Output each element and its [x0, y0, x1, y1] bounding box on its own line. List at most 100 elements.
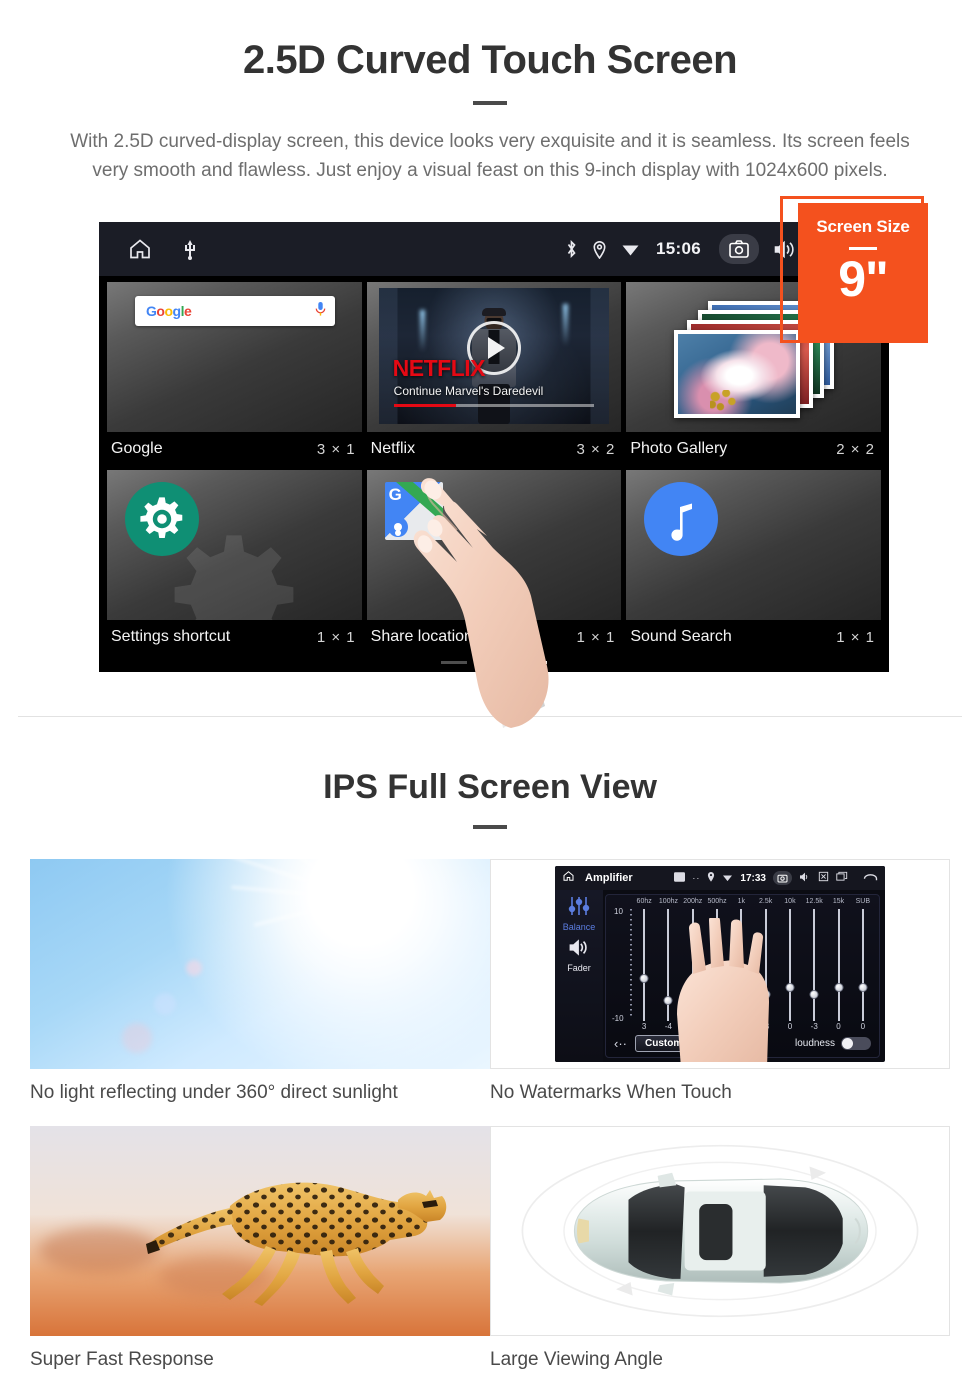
band-label: 100hz [658, 898, 678, 905]
widget-size: 1 × 1 [316, 628, 356, 646]
scale-top: 10 [614, 907, 623, 916]
google-logo: Google [146, 303, 192, 319]
fader-label: Fader [567, 963, 591, 973]
feature-card-viewing-angle: Large Viewing Angle [490, 1104, 980, 1371]
widget-label-row: Settings shortcut 1 × 1 [107, 620, 362, 654]
screen-size-label: Screen Size [816, 217, 910, 236]
close-icon[interactable] [818, 869, 829, 887]
home-icon[interactable] [562, 869, 575, 887]
home-icon[interactable] [127, 237, 153, 261]
page-subtitle: With 2.5D curved-display screen, this de… [70, 131, 910, 181]
widget-label-row: Google 3 × 1 [107, 432, 362, 466]
feature-card-sunlight: No light reflecting under 360° direct su… [0, 859, 490, 1104]
feature-cards: No light reflecting under 360° direct su… [0, 829, 980, 1371]
back-arrow-icon[interactable]: ‹·· [614, 1036, 627, 1051]
hand-illustration [677, 918, 769, 1062]
widget-preview-share-location[interactable]: G [366, 470, 622, 620]
equalizer-band-labels: 60hz 100hz 200hz 500hz 1k 2.5k 10k 12.5k… [606, 895, 879, 905]
loudness-label: loudness [794, 1037, 835, 1049]
google-search-box[interactable]: Google [135, 296, 335, 326]
widget-preview-netflix[interactable]: NETFLIX Continue Marvel's Daredevil [366, 282, 622, 432]
balance-label: Balance [562, 922, 596, 932]
screen-size-value: 9" [838, 251, 889, 307]
google-maps-icon[interactable]: G [384, 482, 443, 540]
card-caption: Large Viewing Angle [490, 1349, 663, 1370]
settings-gear-icon[interactable] [125, 482, 199, 556]
widget-size: 3 × 2 [576, 440, 616, 458]
page-dot[interactable] [481, 661, 507, 664]
bluetooth-icon [565, 239, 578, 259]
amplifier-ui: Amplifier ·· 17:33 Balance Fader 60hz 10… [555, 866, 885, 1062]
eq-slider[interactable] [802, 909, 826, 1021]
music-note-icon[interactable] [644, 482, 719, 556]
netflix-caption: Continue Marvel's Daredevil [393, 384, 544, 398]
eq-value: 0 [787, 1022, 793, 1031]
location-icon [592, 240, 607, 259]
widget-cell-settings-shortcut[interactable]: Settings shortcut 1 × 1 [107, 470, 362, 654]
gallery-icon[interactable] [674, 869, 686, 887]
netflix-artwork: NETFLIX Continue Marvel's Daredevil [378, 288, 610, 424]
loudness-toggle[interactable] [841, 1036, 871, 1050]
widget-cell-netflix[interactable]: NETFLIX Continue Marvel's Daredevil Netf… [366, 282, 622, 466]
widget-cell-google[interactable]: Google Google 3 × 1 [107, 282, 362, 466]
widget-preview-google[interactable]: Google [107, 282, 362, 432]
widget-preview-sound-search[interactable] [626, 470, 881, 620]
eq-slider[interactable] [851, 909, 875, 1021]
band-label: 60hz [636, 898, 652, 905]
widget-label-row: Photo Gallery 2 × 2 [626, 432, 881, 466]
ips-title: IPS Full Screen View [323, 768, 657, 806]
balance-icon[interactable] [568, 896, 590, 921]
progress-bar [393, 404, 595, 407]
page-indicator[interactable] [99, 661, 889, 664]
eq-slider[interactable] [632, 909, 656, 1021]
android-status-bar: 15:06 [99, 222, 889, 276]
amplifier-title: Amplifier [585, 872, 633, 884]
microphone-icon[interactable] [315, 301, 326, 322]
widget-name: Share location [370, 628, 473, 645]
netflix-brand: NETFLIX [392, 355, 486, 381]
back-icon[interactable] [863, 869, 878, 887]
ips-section: IPS Full Screen View No light reflecting… [0, 722, 980, 1394]
widget-label-row: Sound Search 1 × 1 [626, 620, 881, 654]
eq-slider[interactable] [826, 909, 850, 1021]
band-label: 12.5k [805, 898, 823, 905]
feature-card-cheetah: Super Fast Response [0, 1104, 490, 1371]
cheetah-illustration [146, 1182, 447, 1306]
widget-cell-sound-search[interactable]: Sound Search 1 × 1 [626, 470, 881, 654]
camera-icon[interactable] [719, 234, 759, 264]
widget-preview-settings[interactable] [107, 470, 362, 620]
volume-icon[interactable] [799, 869, 811, 887]
location-icon [707, 869, 715, 887]
widget-size: 1 × 1 [836, 628, 875, 646]
eq-slider[interactable] [778, 909, 802, 1021]
amplifier-time: 17:33 [740, 872, 766, 884]
recents-icon[interactable] [836, 869, 848, 887]
cheetah-photo [30, 1126, 490, 1336]
page-dot[interactable] [441, 661, 467, 664]
page-title: 2.5D Curved Touch Screen [242, 38, 738, 82]
widget-name: Sound Search [630, 628, 732, 645]
band-label: 1k [737, 898, 746, 905]
page-dot-active[interactable] [521, 661, 547, 664]
more-icon[interactable]: ·· [692, 873, 700, 883]
band-label: 200hz [683, 898, 703, 905]
scale-bottom: -10 [612, 1014, 624, 1023]
band-label: 2.5k [759, 898, 773, 905]
car-top-view-illustration [490, 1126, 950, 1336]
amplifier-screenshot: Amplifier ·· 17:33 Balance Fader 60hz 10… [490, 859, 950, 1069]
widget-cell-share-location[interactable]: G Share location 1 × 1 [366, 470, 622, 654]
widget-size: 1 × 1 [576, 628, 616, 646]
camera-icon[interactable] [773, 871, 792, 885]
screen-size-badge: Screen Size 9" [798, 203, 928, 343]
status-time: 15:06 [656, 239, 701, 258]
person-pin-icon [387, 517, 408, 537]
title-underline [473, 101, 507, 105]
band-label: 10k [784, 898, 796, 905]
band-label: SUB [855, 898, 871, 905]
badge-divider [849, 247, 877, 250]
usb-icon[interactable] [183, 238, 197, 260]
fader-icon[interactable] [567, 938, 591, 962]
widget-size: 3 × 1 [316, 440, 356, 458]
widget-picker-grid: Google Google 3 × 1 NETFLIX Continue Mar… [99, 276, 889, 654]
car-diagram [521, 1144, 919, 1318]
